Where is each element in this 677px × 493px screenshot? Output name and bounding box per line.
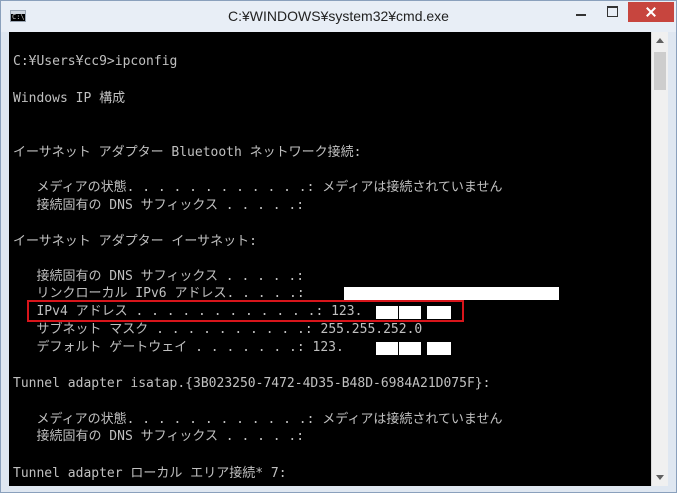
console-line: 接続固有の DNS サフィックス . . . . .:	[13, 198, 305, 213]
console-line: 接続固有の DNS サフィックス . . . . .:	[13, 429, 305, 444]
redacted-ip-octet	[399, 342, 421, 355]
console-line: メディアの状態. . . . . . . . . . . .: メディアは接続さ…	[13, 412, 503, 427]
redacted-ip-octet	[427, 342, 451, 355]
console-line: メディアの状態. . . . . . . . . . . .: メディアは接続さ…	[13, 180, 503, 195]
ipv4-highlight-box	[27, 300, 464, 322]
scroll-down-arrow-icon[interactable]	[652, 469, 668, 486]
console-output[interactable]: C:¥Users¥cc9>ipconfig Windows IP 構成 イーサネ…	[9, 32, 651, 486]
console-line: 接続固有の DNS サフィックス . . . . .:	[13, 269, 305, 284]
console-line: サブネット マスク . . . . . . . . . .: 255.255.2…	[13, 322, 423, 337]
scroll-thumb[interactable]	[654, 52, 666, 90]
close-icon[interactable]	[628, 2, 674, 22]
redacted-ip-octet	[376, 342, 398, 355]
vertical-scrollbar[interactable]	[651, 32, 668, 486]
minimize-icon[interactable]	[566, 2, 596, 22]
console-line: C:¥Users¥cc9>ipconfig	[13, 54, 178, 69]
console-line: イーサネット アダプター イーサネット:	[13, 234, 257, 249]
console-line: Tunnel adapter isatap.{3B023250-7472-4D3…	[13, 376, 491, 391]
console-line: Windows IP 構成	[13, 91, 126, 106]
console-line: Tunnel adapter ローカル エリア接続* 7:	[13, 466, 287, 481]
maximize-icon[interactable]	[597, 2, 627, 22]
console-line: デフォルト ゲートウェイ . . . . . . .: 123.	[13, 340, 344, 355]
cmd-window: C:¥WINDOWS¥system32¥cmd.exe C:¥Users¥cc9…	[0, 0, 677, 493]
console-line: イーサネット アダプター Bluetooth ネットワーク接続:	[13, 145, 362, 160]
redacted-ipv6-address	[344, 287, 559, 300]
title-bar[interactable]: C:¥WINDOWS¥system32¥cmd.exe	[1, 1, 676, 32]
scroll-up-arrow-icon[interactable]	[652, 32, 668, 49]
